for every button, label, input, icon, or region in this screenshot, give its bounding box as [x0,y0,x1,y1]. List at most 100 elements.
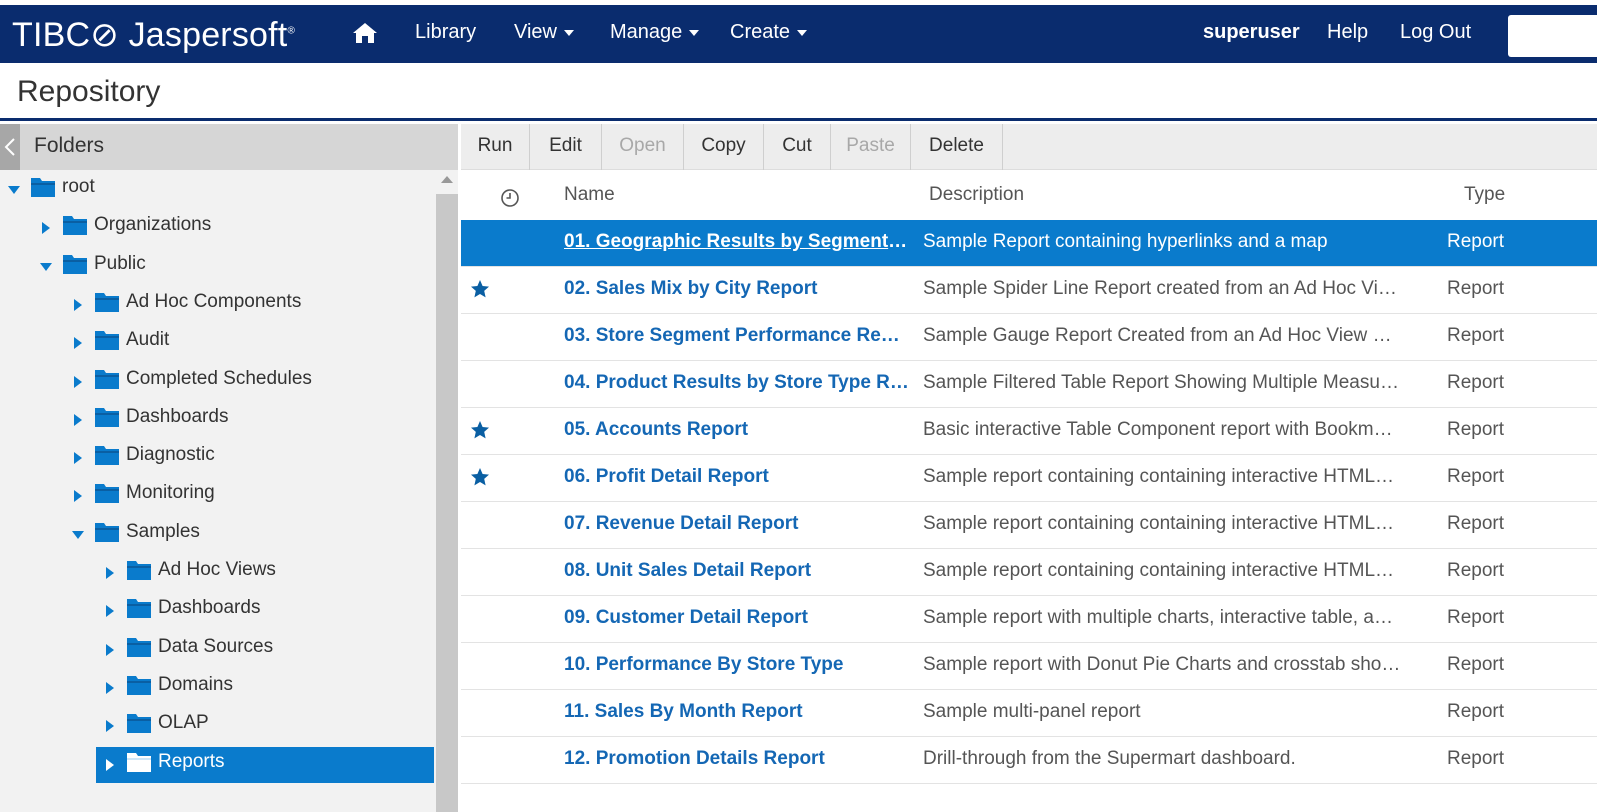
collapsed-triangle-icon[interactable] [104,567,116,579]
collapsed-triangle-icon[interactable] [104,720,116,733]
resource-name-link[interactable]: 09. Customer Detail Report [564,607,909,629]
nav-manage-menu[interactable]: Manage [610,21,700,44]
paste-button[interactable]: Paste [831,124,911,170]
table-row[interactable]: 02. Sales Mix by City Report Sample Spide… [461,267,1597,314]
repository-toolbar: Run Edit Open Copy Cut Paste Delete [461,124,1597,170]
resource-name-link[interactable]: 04. Product Results by Store Type Report [564,372,909,394]
folder-icon [127,752,151,772]
favorite-star-icon[interactable] [470,279,490,299]
resource-type: Report [1447,560,1505,581]
folder-tree-node[interactable]: Ad Hoc Views [0,555,430,591]
folder-tree-node[interactable]: OLAP [0,708,430,744]
search-input[interactable] [1508,15,1597,57]
folder-tree-node[interactable]: Audit [0,325,430,361]
table-row[interactable]: 01. Geographic Results by Segment Report… [461,220,1597,267]
cut-button[interactable]: Cut [764,124,831,170]
column-header-name[interactable]: Name [564,184,615,206]
nav-library-label: Library [415,21,477,43]
collapse-panel-button[interactable] [0,124,20,170]
folder-icon [63,216,87,236]
collapsed-triangle-icon[interactable] [72,337,84,350]
resource-name-link[interactable]: 02. Sales Mix by City Report [564,278,909,300]
folder-tree-node[interactable]: Samples [0,517,430,553]
folder-label: Ad Hoc Components [126,290,302,312]
collapsed-triangle-icon[interactable] [72,452,84,465]
collapsed-triangle-icon[interactable] [104,681,116,694]
folder-tree-node[interactable]: root [0,172,430,208]
resource-name-link[interactable]: 03. Store Segment Performance Report [564,325,909,347]
favorite-star-icon[interactable] [470,467,490,487]
favorite-star-icon[interactable] [470,420,490,440]
expanded-triangle-icon[interactable] [8,184,20,196]
resource-name-link[interactable]: 01. Geographic Results by Segment Report [564,231,909,253]
table-row[interactable]: 04. Product Results by Store Type Report… [461,361,1597,408]
table-row[interactable]: 08. Unit Sales Detail Report Sample repor… [461,549,1597,596]
folder-tree-node[interactable]: Organizations [0,210,430,246]
folder-tree-node[interactable]: Reports [96,746,434,783]
resource-name-link[interactable]: 11. Sales By Month Report [564,701,909,723]
resource-name-link[interactable]: 06. Profit Detail Report [564,466,909,488]
edit-button[interactable]: Edit [530,124,602,170]
open-button[interactable]: Open [602,124,684,170]
folder-tree-node[interactable]: Dashboards [0,593,430,629]
collapsed-triangle-icon[interactable] [72,298,84,311]
nav-create-menu[interactable]: Create [730,21,808,44]
expanded-triangle-icon[interactable] [40,261,52,273]
nav-create-label: Create [730,21,791,43]
table-row[interactable]: 05. Accounts Report Basic interactive Tab… [461,408,1597,455]
run-button[interactable]: Run [461,124,530,170]
collapsed-triangle-icon[interactable] [104,758,116,771]
resource-description: Sample report containing containing inte… [923,466,1401,487]
collapsed-triangle-icon[interactable] [104,605,116,618]
jaspersoft-logo[interactable]: TIBC⊘ Jaspersoft® [12,15,295,55]
folder-tree-node[interactable]: Monitoring [0,478,430,514]
folder-tree-node[interactable]: Data Sources [0,632,430,668]
nav-library[interactable]: Library [415,21,476,44]
folder-tree-node[interactable]: Completed Schedules [0,364,430,400]
table-row[interactable]: 12. Promotion Details Report Drill-throug… [461,737,1597,784]
folder-tree-node[interactable]: Ad Hoc Components [0,287,430,323]
expanded-triangle-icon[interactable] [72,529,84,541]
folder-icon [95,292,119,312]
table-row[interactable]: 09. Customer Detail Report Sample report … [461,596,1597,643]
logout-link[interactable]: Log Out [1400,21,1471,44]
folder-icon [95,331,119,351]
folder-label: Ad Hoc Views [158,559,276,580]
collapsed-triangle-icon[interactable] [72,490,84,503]
copy-button[interactable]: Copy [684,124,764,170]
resource-name-link[interactable]: 12. Promotion Details Report [564,748,909,770]
table-row[interactable]: 06. Profit Detail Report Sample report co… [461,455,1597,502]
scrollbar-thumb[interactable] [436,194,458,812]
clock-icon[interactable] [500,188,520,208]
help-link[interactable]: Help [1327,21,1368,44]
table-row[interactable]: 07. Revenue Detail Report Sample report c… [461,502,1597,549]
folder-tree-node[interactable]: Dashboards [0,402,430,438]
table-row[interactable]: 10. Performance By Store Type Sample repo… [461,643,1597,690]
collapsed-triangle-icon[interactable] [40,222,52,235]
resource-name-link[interactable]: 10. Performance By Store Type [564,654,909,676]
resource-name-link[interactable]: 08. Unit Sales Detail Report [564,560,909,582]
resource-type: Report [1447,278,1505,299]
table-row[interactable]: 03. Store Segment Performance Report Samp… [461,314,1597,361]
folder-tree-node[interactable]: Public [0,249,430,285]
folder-icon [95,369,119,389]
collapsed-triangle-icon[interactable] [104,643,116,656]
resource-name-link[interactable]: 05. Accounts Report [564,419,909,441]
home-icon[interactable] [352,21,378,45]
resource-description: Sample report with Donut Pie Charts and … [923,654,1401,675]
delete-button[interactable]: Delete [911,124,1003,170]
page-title: Repository [17,75,161,108]
column-header-description[interactable]: Description [929,184,1024,206]
folder-tree-scrollbar[interactable] [436,170,458,812]
folder-label: Monitoring [126,482,215,504]
collapsed-triangle-icon[interactable] [72,375,84,388]
nav-view-menu[interactable]: View [514,21,574,44]
collapsed-triangle-icon[interactable] [72,413,84,426]
folder-tree-node[interactable]: Domains [0,670,430,706]
table-row[interactable]: 11. Sales By Month Report Sample multi-pa… [461,690,1597,737]
column-header-type[interactable]: Type [1464,184,1505,206]
scroll-up-arrow-icon[interactable] [441,176,453,183]
resource-type: Report [1447,513,1505,534]
folder-tree-node[interactable]: Diagnostic [0,440,430,476]
resource-name-link[interactable]: 07. Revenue Detail Report [564,513,909,535]
